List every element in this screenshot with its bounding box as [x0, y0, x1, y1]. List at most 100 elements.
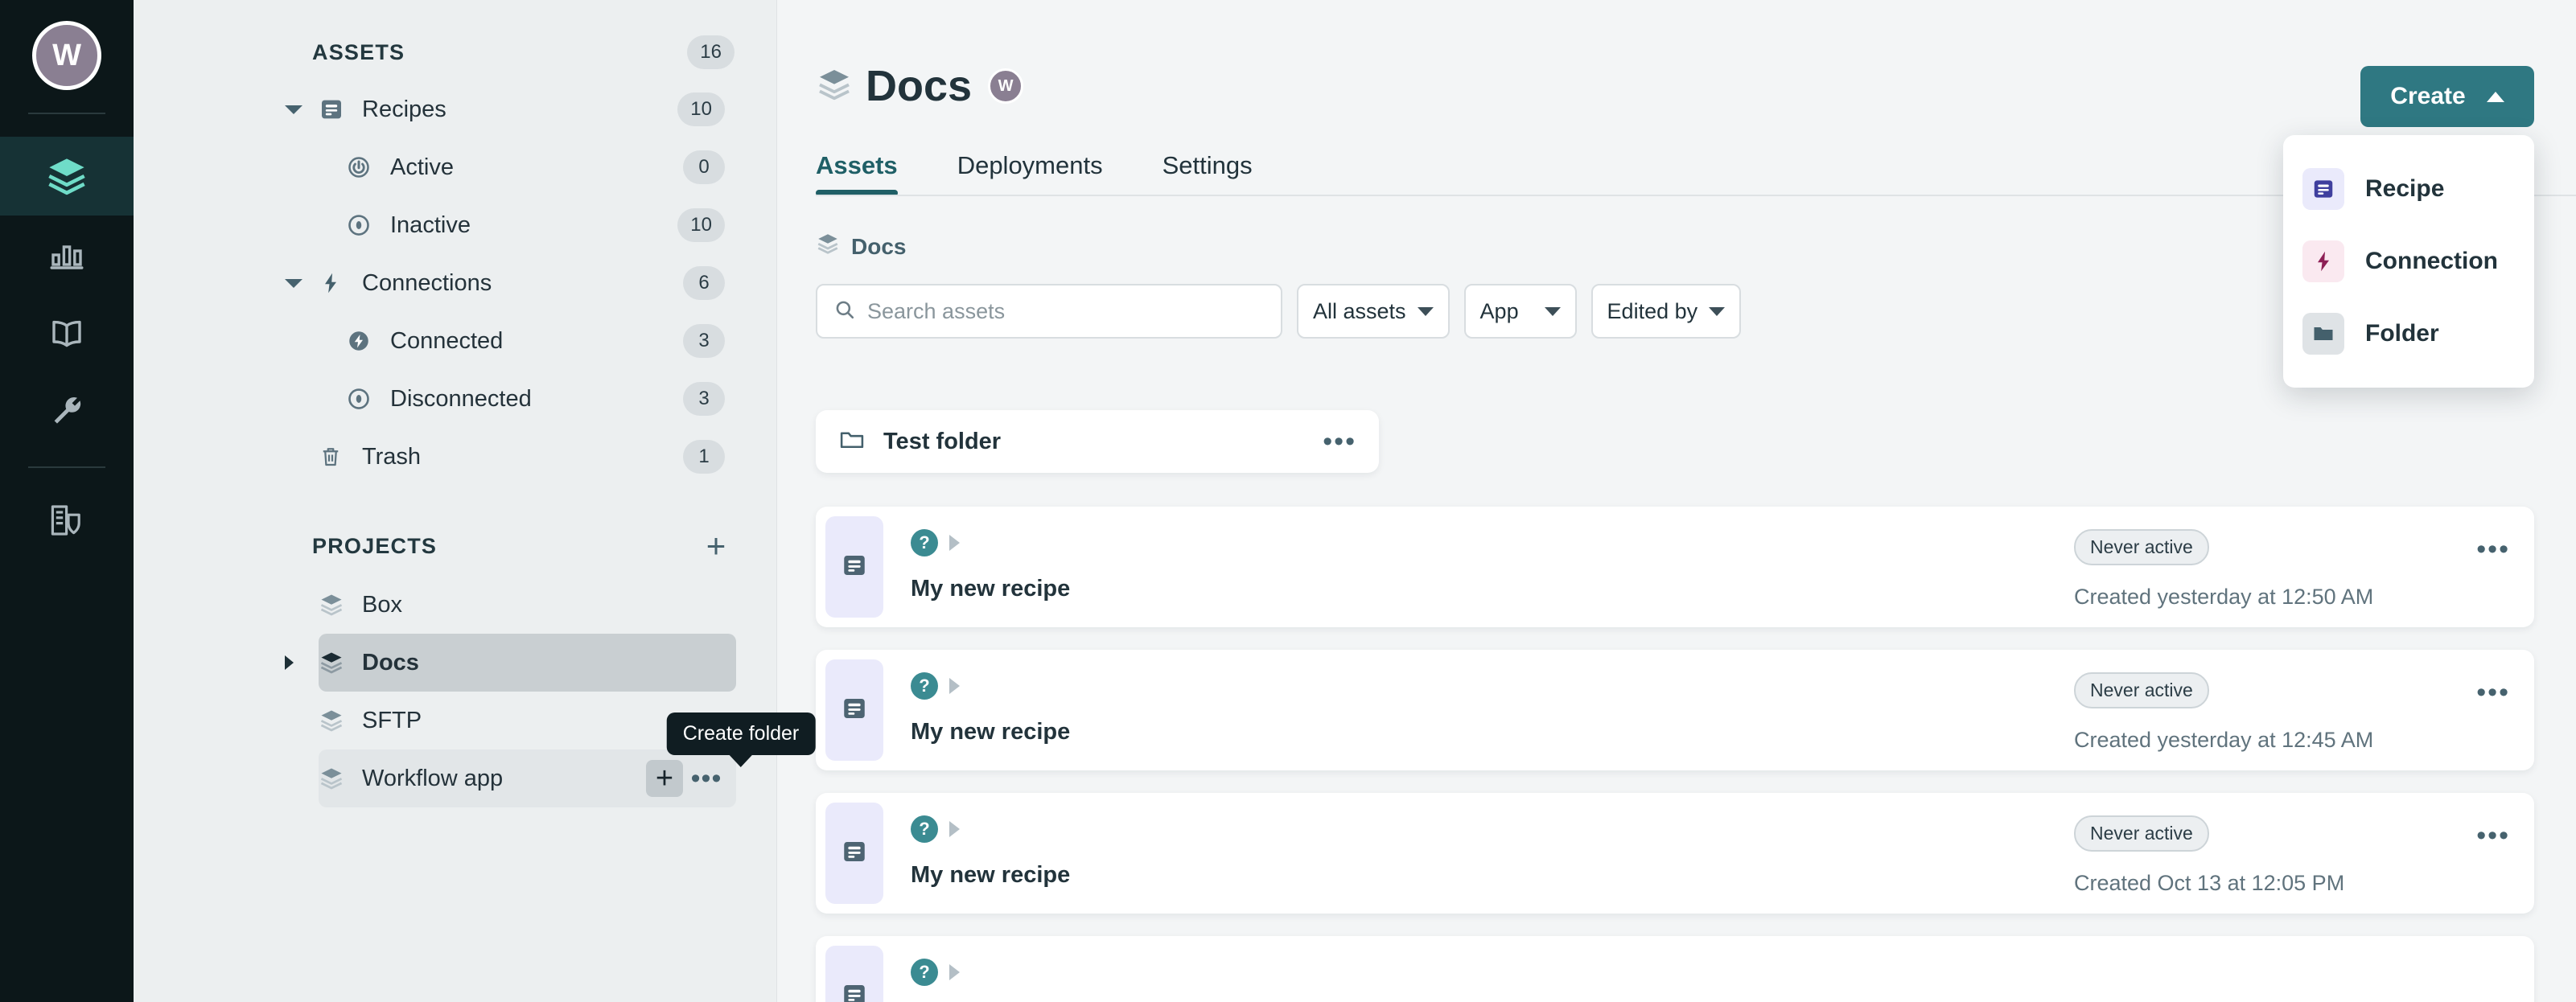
chevron-down-icon — [1418, 307, 1434, 316]
asset-main: ? My new recipe — [883, 803, 2074, 904]
building-shield-icon — [47, 501, 86, 540]
folder-more-menu-button[interactable]: ••• — [1323, 428, 1356, 455]
asset-card[interactable]: ? My new recipe Never active Created yes… — [816, 507, 2534, 627]
trash-icon — [319, 445, 354, 469]
sidebar-item-active[interactable]: Active 0 — [347, 138, 736, 196]
asset-trigger-row: ? — [911, 815, 2074, 843]
page-header: Docs W — [777, 0, 2576, 111]
sidebar-item-box[interactable]: Box — [319, 576, 736, 634]
rail-divider-top — [28, 113, 105, 114]
sidebar-item-label: Disconnected — [390, 386, 532, 413]
recipe-icon — [841, 838, 868, 869]
asset-status-column — [2074, 946, 2525, 1002]
unknown-app-icon: ? — [911, 529, 938, 556]
sidebar-item-label: Box — [362, 592, 402, 618]
sidebar-item-docs[interactable]: Docs — [319, 634, 736, 692]
menu-item-folder[interactable]: Folder — [2283, 298, 2534, 370]
asset-trigger-row: ? — [911, 959, 2074, 986]
asset-more-menu-button[interactable]: ••• — [2476, 536, 2510, 563]
menu-item-connection[interactable]: Connection — [2283, 225, 2534, 298]
rail-item-docs[interactable] — [0, 294, 134, 373]
sidebar-item-connected[interactable]: Connected 3 — [347, 312, 736, 370]
rail-item-governance[interactable] — [0, 481, 134, 560]
asset-card[interactable]: ? My new recipe — [816, 936, 2534, 1002]
layers-icon — [816, 232, 840, 261]
filter-all-assets[interactable]: All assets — [1297, 284, 1450, 339]
sidebar-item-connections[interactable]: Connections 6 — [319, 254, 736, 312]
bolt-icon — [319, 271, 354, 295]
rail-item-dashboards[interactable] — [0, 216, 134, 294]
recipe-icon — [841, 552, 868, 583]
search-input[interactable] — [867, 299, 1265, 324]
rail-divider-bottom — [28, 466, 105, 468]
layers-icon — [46, 155, 88, 197]
create-folder-button[interactable]: + — [646, 760, 683, 797]
page-title: Docs — [866, 61, 972, 111]
sidebar-item-workflow-app[interactable]: Workflow app + ••• — [319, 749, 736, 807]
folder-name: Test folder — [883, 429, 1001, 455]
asset-name[interactable]: My new recipe — [911, 576, 2074, 602]
play-arrow-icon — [949, 964, 960, 980]
asset-thumb — [825, 659, 883, 761]
breadcrumb-label[interactable]: Docs — [851, 234, 906, 260]
menu-item-label: Connection — [2365, 248, 2498, 275]
folder-icon — [838, 426, 866, 458]
asset-main: ? My new recipe — [883, 946, 2074, 1002]
asset-card[interactable]: ? My new recipe Never active Created yes… — [816, 650, 2534, 770]
sidebar-item-label: Connections — [362, 270, 492, 297]
projects-nav-list: Box Docs SFTP Workflow app — [134, 576, 776, 807]
sidebar-item-label: Inactive — [390, 212, 471, 239]
layers-icon — [319, 766, 354, 791]
asset-name[interactable]: My new recipe — [911, 719, 2074, 745]
rail-item-assets[interactable] — [0, 137, 134, 216]
asset-status-column: Never active Created Oct 13 at 12:05 PM — [2074, 803, 2525, 904]
sidebar-item-disconnected[interactable]: Disconnected 3 — [347, 370, 736, 428]
filter-edited-by[interactable]: Edited by — [1591, 284, 1742, 339]
filter-app[interactable]: App — [1464, 284, 1577, 339]
sidebar-item-label: Recipes — [362, 97, 446, 123]
asset-trigger-row: ? — [911, 529, 2074, 556]
sidebar-item-inactive[interactable]: Inactive 10 — [347, 196, 736, 254]
bolt-icon — [2302, 240, 2344, 282]
sidebar-item-count: 3 — [683, 382, 725, 416]
asset-name[interactable]: My new recipe — [911, 862, 2074, 889]
add-project-button[interactable]: + — [697, 528, 735, 565]
play-arrow-icon — [949, 535, 960, 551]
filter-all-assets-label: All assets — [1313, 299, 1406, 324]
sidebar-item-count: 1 — [683, 440, 725, 474]
asset-more-menu-button[interactable]: ••• — [2476, 679, 2510, 706]
sidebar-item-trash[interactable]: Trash 1 — [319, 428, 736, 486]
asset-thumb — [825, 803, 883, 904]
folder-row[interactable]: Test folder ••• — [816, 410, 1379, 473]
create-button[interactable]: Create — [2360, 66, 2534, 127]
tab-settings[interactable]: Settings — [1162, 151, 1253, 196]
asset-thumb — [825, 946, 883, 1002]
asset-thumb — [825, 516, 883, 618]
chevron-right-icon[interactable] — [285, 655, 294, 670]
owner-avatar: W — [988, 68, 1023, 104]
chevron-down-icon[interactable] — [285, 279, 302, 288]
chevron-down-icon[interactable] — [285, 105, 302, 114]
workspace-avatar[interactable]: W — [32, 21, 101, 90]
rail-item-tools[interactable] — [0, 373, 134, 452]
bolt-circle-icon — [347, 329, 382, 353]
tab-assets[interactable]: Assets — [816, 151, 898, 196]
asset-more-menu-button[interactable]: ••• — [2476, 822, 2510, 849]
asset-list: Test folder ••• ? My new recipe — [816, 410, 2534, 1002]
sidebar-item-recipes[interactable]: Recipes 10 — [319, 80, 736, 138]
search-box[interactable] — [816, 284, 1282, 339]
status-badge: Never active — [2074, 672, 2209, 708]
menu-item-recipe[interactable]: Recipe — [2283, 153, 2534, 225]
row-more-menu-button[interactable]: ••• — [688, 760, 725, 797]
sidebar-item-count: 10 — [677, 208, 725, 242]
menu-item-label: Recipe — [2365, 175, 2444, 203]
sidebar-item-label: Connected — [390, 328, 503, 355]
projects-section-title: PROJECTS — [134, 534, 437, 559]
filter-edited-by-label: Edited by — [1607, 299, 1698, 324]
create-button-label: Create — [2390, 83, 2465, 110]
play-arrow-icon — [949, 821, 960, 837]
unknown-app-icon: ? — [911, 815, 938, 843]
tab-deployments[interactable]: Deployments — [957, 151, 1103, 196]
nav-sidebar: ASSETS 16 Recipes 10 Active 0 — [134, 0, 777, 1002]
asset-card[interactable]: ? My new recipe Never active Created Oct… — [816, 793, 2534, 914]
